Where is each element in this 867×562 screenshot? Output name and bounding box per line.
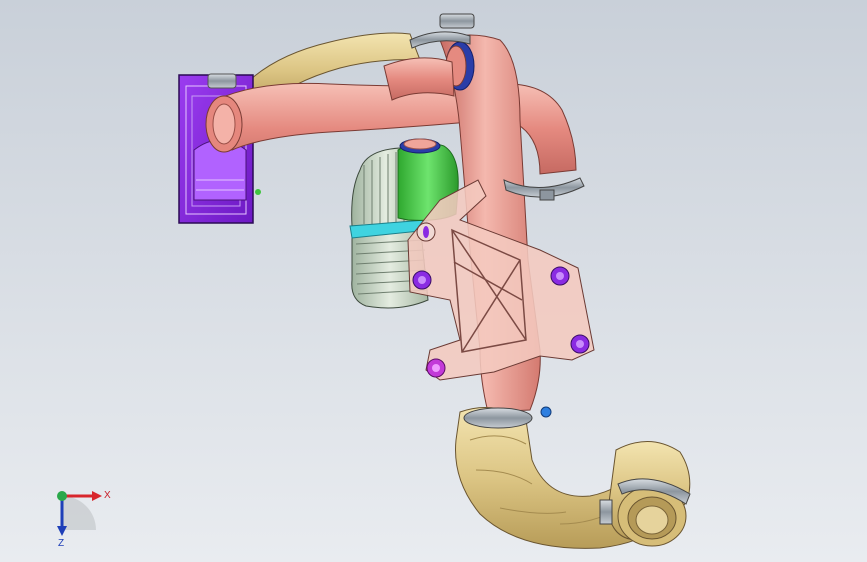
x-axis-label: X: [104, 490, 111, 501]
z-axis-label: Z: [58, 538, 64, 549]
cad-model-scene[interactable]: X Z: [0, 0, 867, 562]
3d-viewport[interactable]: X Z: [0, 0, 867, 562]
y-axis-dot: [57, 491, 67, 501]
